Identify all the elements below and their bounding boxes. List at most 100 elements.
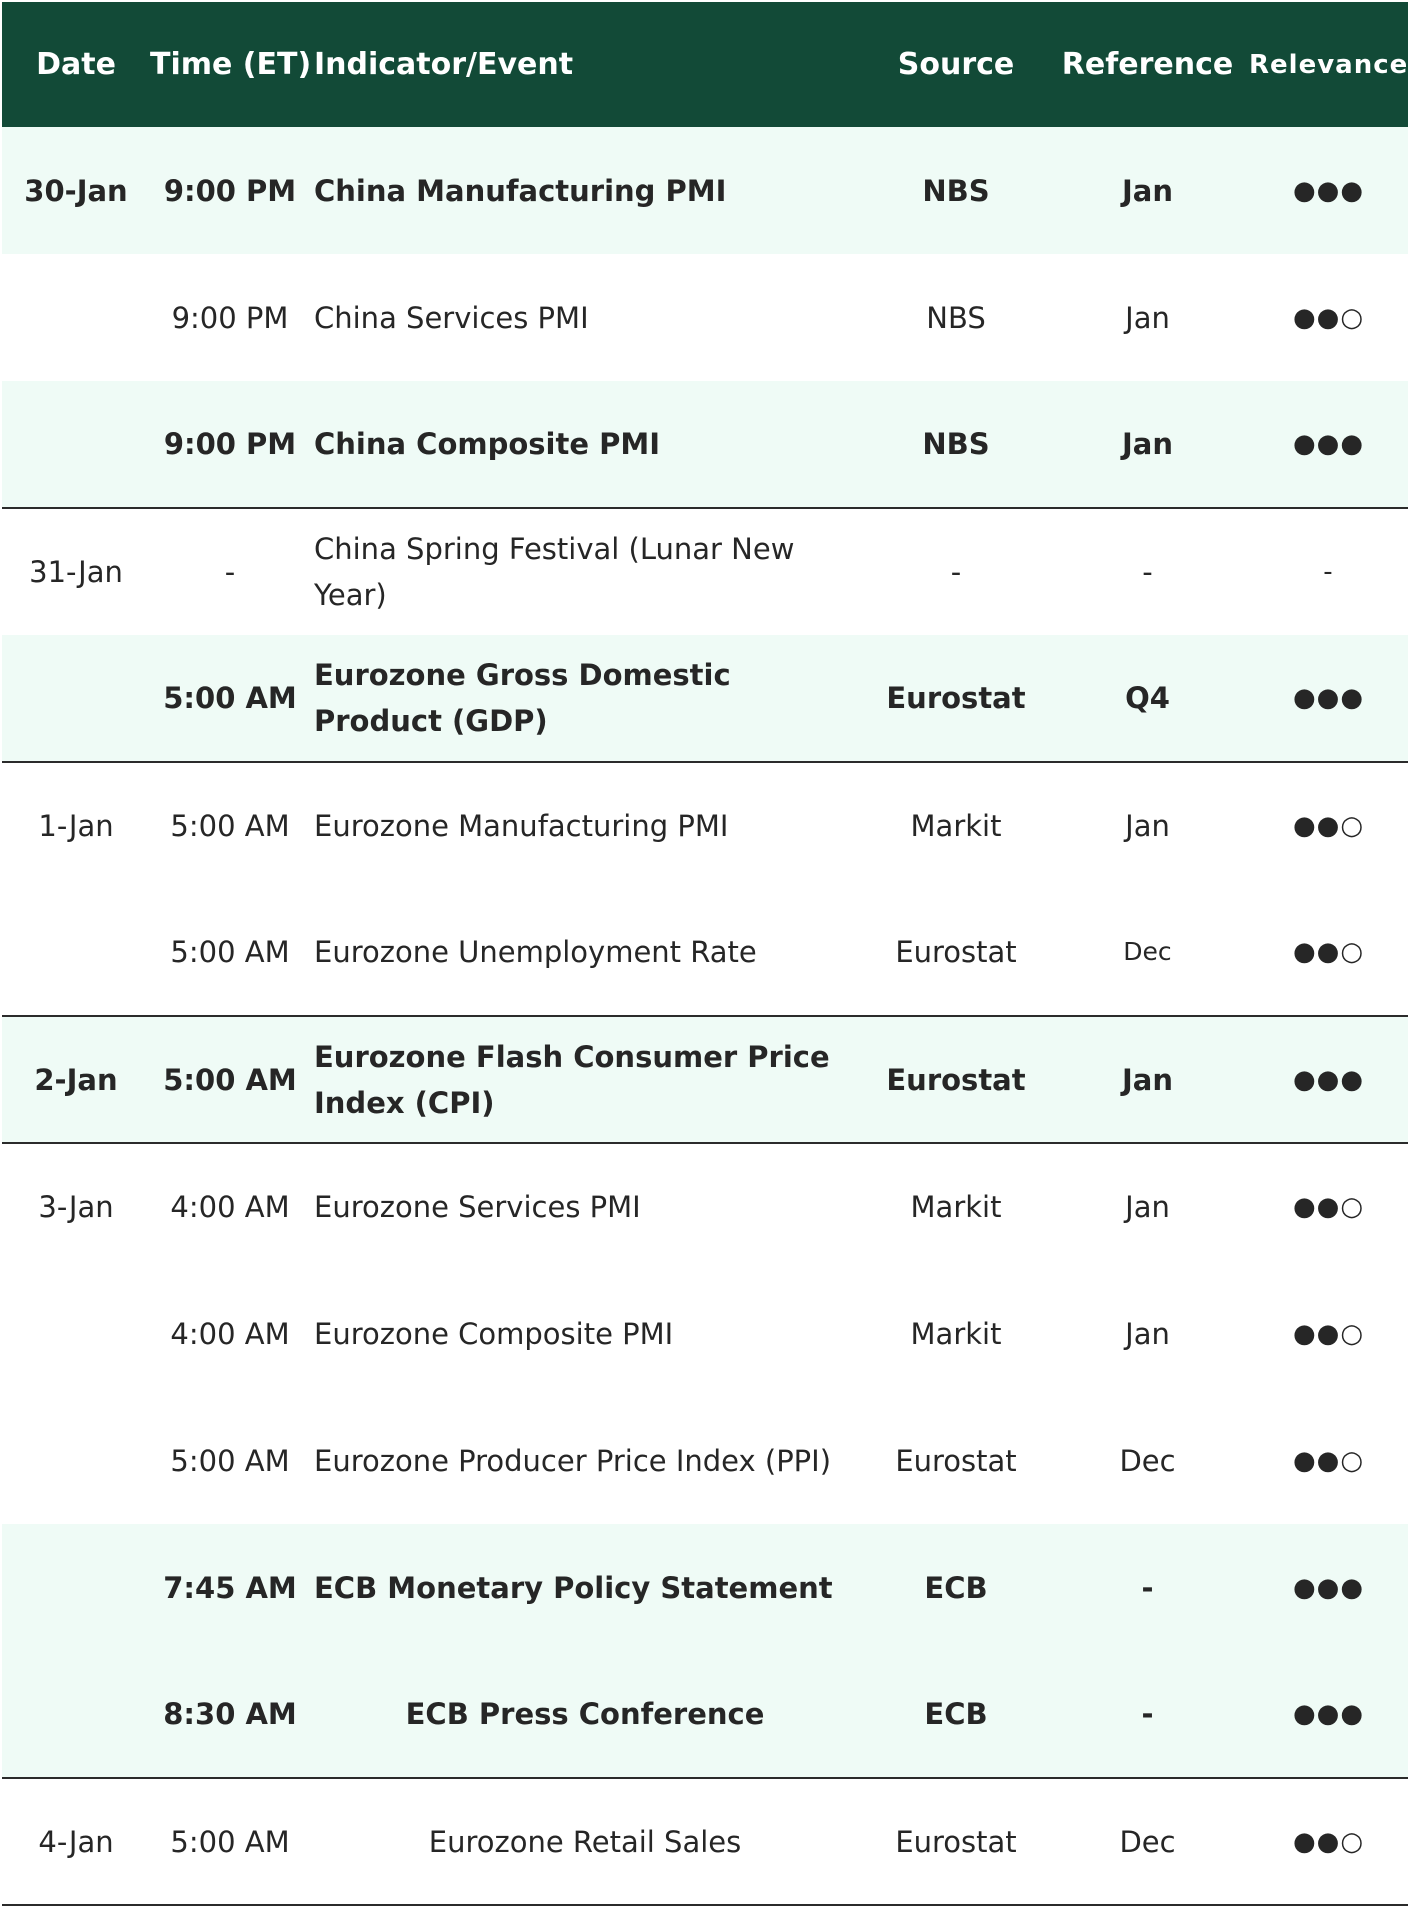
date-cell <box>2 254 150 381</box>
relevance-rating: ●●● <box>1292 1572 1365 1603</box>
table-row: 4:00 AM Eurozone Composite PMI Markit Jan ●●… <box>2 1270 1408 1397</box>
header-time: Time (ET) <box>150 47 310 82</box>
source-cell: NBS <box>866 381 1046 509</box>
source-cell: Eurostat <box>866 1016 1046 1144</box>
table-row: 5:00 AM Eurozone Unemployment Rate Eurosta… <box>2 889 1408 1017</box>
indicator-cell: ECB Press Conference <box>310 1651 866 1779</box>
time-cell: 8:30 AM <box>150 1651 310 1779</box>
relevance-rating: ●●○ <box>1292 1318 1365 1349</box>
indicator-cell: Eurozone Producer Price Index (PPI) <box>314 1443 832 1478</box>
source-cell: - <box>950 555 962 589</box>
relevance-rating: ●●○ <box>1292 1192 1365 1222</box>
relevance-rating: ●●○ <box>1249 889 1408 1017</box>
table-row: 3-Jan 4:00 AM Eurozone Services PMI Markit J… <box>2 1143 1408 1270</box>
indicator-cell: Eurozone Flash Consumer Price Index (CPI… <box>310 1016 866 1144</box>
date-cell <box>2 381 150 509</box>
header-row: Date Time (ET) Indicator/Event Source Re… <box>2 2 1408 127</box>
indicator-cell: Eurozone Unemployment Rate <box>310 889 866 1017</box>
indicator-cell: Eurozone Manufacturing PMI <box>314 809 729 843</box>
table-row: 9:00 PM China Composite PMI NBS Jan ●●● <box>2 381 1408 509</box>
relevance-rating: ●●● <box>1292 175 1365 206</box>
time-cell: 9:00 PM <box>163 173 297 208</box>
indicator-cell: China Services PMI <box>314 300 589 335</box>
table-row: 2-Jan 5:00 AM Eurozone Flash Consumer Pric… <box>2 1016 1408 1144</box>
reference-cell: Jan <box>1125 809 1170 843</box>
source-cell: NBS <box>922 173 990 208</box>
time-cell: - <box>224 555 236 589</box>
indicator-cell: China Manufacturing PMI <box>314 173 727 208</box>
date-cell: 1-Jan <box>38 809 114 843</box>
source-cell: Markit <box>910 1190 1002 1224</box>
indicator-cell: China Spring Festival (Lunar New Year) <box>314 532 795 612</box>
time-cell: 5:00 AM <box>150 1016 310 1144</box>
reference-cell: Jan <box>1125 300 1170 335</box>
table-row: 4-Jan 5:00 AM Eurozone Retail Sales Eurosta… <box>2 1778 1408 1906</box>
relevance-rating: ●●● <box>1249 635 1408 763</box>
relevance-rating: ●●● <box>1249 1651 1408 1779</box>
date-cell: 3-Jan <box>38 1190 114 1224</box>
date-cell: 4-Jan <box>2 1778 150 1906</box>
source-cell: NBS <box>926 300 986 335</box>
table-body: 30-Jan 9:00 PM China Manufacturing PMI NBS J… <box>2 127 1408 1906</box>
table-row: 8:30 AM ECB Press Conference ECB - ●●● <box>2 1651 1408 1779</box>
relevance-rating: ●●○ <box>1249 1778 1408 1906</box>
time-cell: 9:00 PM <box>171 300 289 335</box>
table-row: 31-Jan - China Spring Festival (Lunar New … <box>2 508 1408 635</box>
date-cell <box>2 1270 150 1397</box>
source-cell: Markit <box>910 1316 1002 1351</box>
date-cell <box>2 1524 150 1651</box>
date-cell <box>2 889 150 1017</box>
table-row: 30-Jan 9:00 PM China Manufacturing PMI NBS J… <box>2 127 1408 254</box>
indicator-cell: Eurozone Retail Sales <box>310 1778 866 1906</box>
table-row: 9:00 PM China Services PMI NBS Jan ●●○ <box>2 254 1408 381</box>
header-indicator: Indicator/Event <box>314 47 574 82</box>
source-cell: Eurostat <box>866 889 1046 1017</box>
reference-cell: Jan <box>1121 173 1173 208</box>
reference-cell: Jan <box>1125 1316 1170 1351</box>
header-reference: Reference <box>1061 47 1234 82</box>
date-cell: 31-Jan <box>29 555 123 589</box>
time-cell: 4:00 AM <box>170 1190 290 1224</box>
relevance-rating: ●●○ <box>1292 302 1365 333</box>
indicator-cell: China Composite PMI <box>310 381 866 509</box>
relevance-rating: ●●○ <box>1292 1445 1365 1476</box>
source-cell: Markit <box>910 809 1002 843</box>
source-cell: Eurostat <box>866 635 1046 763</box>
reference-cell: Dec <box>1119 1443 1176 1478</box>
economic-calendar-table: Date Time (ET) Indicator/Event Source Re… <box>2 2 1408 1906</box>
header-relevance: Relevance <box>1249 49 1408 80</box>
indicator-cell: Eurozone Services PMI <box>314 1190 641 1224</box>
table-row: 1-Jan 5:00 AM Eurozone Manufacturing PMI Ma… <box>2 762 1408 889</box>
time-cell: 5:00 AM <box>170 809 290 843</box>
time-cell: 9:00 PM <box>150 381 310 509</box>
time-cell: 7:45 AM <box>163 1570 297 1605</box>
source-cell: Eurostat <box>895 1443 1017 1478</box>
table-row: 5:00 AM Eurozone Gross Domestic Product (… <box>2 635 1408 763</box>
time-cell: 4:00 AM <box>170 1316 290 1351</box>
indicator-cell: ECB Monetary Policy Statement <box>314 1570 833 1605</box>
reference-cell: - <box>1046 1651 1249 1779</box>
date-cell: 2-Jan <box>2 1016 150 1144</box>
time-cell: 5:00 AM <box>150 889 310 1017</box>
time-cell: 5:00 AM <box>170 1443 290 1478</box>
reference-cell: Q4 <box>1046 635 1249 763</box>
date-cell: 30-Jan <box>24 173 128 208</box>
reference-cell: Jan <box>1046 1016 1249 1144</box>
table-row: 7:45 AM ECB Monetary Policy Statement ECB -… <box>2 1524 1408 1651</box>
reference-cell: Dec <box>1046 1778 1249 1906</box>
date-cell <box>2 1397 150 1524</box>
table-row: 5:00 AM Eurozone Producer Price Index (PP… <box>2 1397 1408 1524</box>
reference-cell: Jan <box>1046 381 1249 509</box>
relevance-rating: - <box>1323 557 1334 587</box>
indicator-cell: Eurozone Composite PMI <box>314 1316 674 1351</box>
reference-cell: Dec <box>1046 889 1249 1017</box>
indicator-cell: Eurozone Gross Domestic Product (GDP) <box>310 635 866 763</box>
reference-cell: Jan <box>1125 1190 1170 1224</box>
date-cell <box>2 635 150 763</box>
header-source: Source <box>897 47 1015 82</box>
header-date: Date <box>36 47 116 82</box>
date-cell <box>2 1651 150 1779</box>
source-cell: ECB <box>866 1651 1046 1779</box>
time-cell: 5:00 AM <box>150 1778 310 1906</box>
relevance-rating: ●●○ <box>1292 811 1365 841</box>
